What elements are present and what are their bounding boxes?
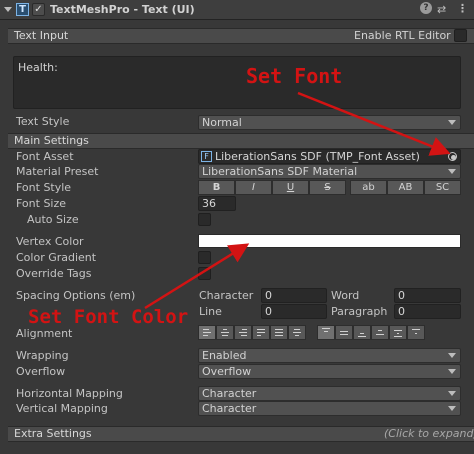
enable-rtl-editor-checkbox[interactable] — [454, 29, 467, 42]
chevron-down-icon — [448, 120, 456, 125]
wrapping-dropdown[interactable]: Enabled — [198, 348, 461, 363]
font-size-value: 36 — [202, 197, 216, 210]
align-flush-icon[interactable] — [270, 325, 288, 340]
auto-size-label: Auto Size — [27, 213, 79, 226]
vertical-mapping-label: Vertical Mapping — [16, 402, 108, 415]
chevron-down-icon — [448, 169, 456, 174]
character-spacing-field[interactable]: 0 — [261, 288, 327, 303]
font-style-label: Font Style — [16, 181, 72, 194]
vertical-mapping-dropdown[interactable]: Character — [198, 401, 461, 416]
spacing-options-label: Spacing Options (em) — [16, 289, 136, 302]
align-baseline-icon[interactable] — [371, 325, 389, 340]
extra-settings-section-header[interactable]: Extra Settings (Click to expand) — [8, 426, 474, 442]
horizontal-mapping-label: Horizontal Mapping — [16, 387, 123, 400]
text-input-section-header[interactable]: Text Input Enable RTL Editor — [8, 28, 474, 44]
font-asset-field[interactable]: F LiberationSans SDF (TMP_Font Asset) — [198, 149, 461, 164]
horizontal-mapping-dropdown[interactable]: Character — [198, 386, 461, 401]
align-capline-icon[interactable] — [407, 325, 425, 340]
set-font-color-annotation: Set Font Color — [28, 306, 189, 328]
wrapping-label: Wrapping — [16, 349, 69, 362]
font-style-smallcaps-button[interactable]: SC — [424, 180, 461, 195]
text-style-dropdown[interactable]: Normal — [198, 115, 461, 130]
font-style-bold-button[interactable]: B — [198, 180, 235, 195]
align-bottom-icon[interactable] — [353, 325, 371, 340]
character-spacing-label: Character — [199, 289, 254, 302]
align-left-icon[interactable] — [198, 325, 216, 340]
foldout-arrow-icon[interactable] — [4, 7, 12, 12]
align-midline-icon[interactable] — [389, 325, 407, 340]
auto-size-checkbox[interactable] — [198, 213, 211, 226]
context-menu-icon[interactable]: ⋮ — [457, 2, 468, 16]
align-center-icon[interactable] — [216, 325, 234, 340]
font-asset-icon: F — [201, 151, 212, 162]
overflow-label: Overflow — [16, 365, 66, 378]
override-tags-checkbox[interactable] — [198, 267, 211, 280]
align-middle-icon[interactable] — [335, 325, 353, 340]
section-title: Main Settings — [14, 134, 89, 147]
font-style-lowercase-button[interactable]: ab — [350, 180, 387, 195]
line-spacing-label: Line — [199, 305, 222, 318]
color-gradient-checkbox[interactable] — [198, 251, 211, 264]
set-font-annotation: Set Font — [246, 64, 343, 88]
font-asset-label: Font Asset — [16, 150, 74, 163]
extra-settings-hint: (Click to expand) — [384, 427, 474, 440]
color-gradient-label: Color Gradient — [16, 251, 97, 264]
vertex-color-label: Vertex Color — [16, 235, 84, 248]
component-enabled-checkbox[interactable]: ✓ — [32, 3, 45, 16]
component-title: TextMeshPro - Text (UI) — [50, 3, 195, 16]
text-style-label: Text Style — [16, 115, 70, 128]
material-preset-dropdown[interactable]: LiberationSans SDF Material — [198, 164, 461, 179]
alignment-label: Alignment — [16, 327, 73, 340]
vertex-color-field[interactable] — [198, 234, 461, 248]
font-style-uppercase-button[interactable]: AB — [387, 180, 424, 195]
presets-icon[interactable]: ⇄ — [437, 3, 446, 17]
object-picker-icon[interactable] — [448, 152, 457, 161]
font-style-strikethrough-button[interactable]: S — [309, 180, 346, 195]
align-right-icon[interactable] — [234, 325, 252, 340]
main-settings-section-header[interactable]: Main Settings — [8, 133, 474, 149]
text-input-area[interactable]: Health: — [13, 56, 461, 109]
word-spacing-field[interactable]: 0 — [394, 288, 461, 303]
font-size-label: Font Size — [16, 197, 67, 210]
chevron-down-icon — [448, 353, 456, 358]
line-spacing-field[interactable]: 0 — [261, 304, 327, 319]
font-size-field[interactable]: 36 — [198, 196, 236, 211]
section-title: Text Input — [14, 29, 69, 42]
align-geometry-center-icon[interactable] — [288, 325, 306, 340]
align-justified-icon[interactable] — [252, 325, 270, 340]
font-asset-value: LiberationSans SDF (TMP_Font Asset) — [215, 150, 420, 163]
paragraph-spacing-label: Paragraph — [331, 305, 388, 318]
section-title: Extra Settings — [14, 427, 92, 440]
word-spacing-label: Word — [331, 289, 360, 302]
material-preset-label: Material Preset — [16, 165, 99, 178]
help-icon[interactable]: ? — [420, 2, 432, 14]
chevron-down-icon — [448, 369, 456, 374]
component-header[interactable]: T ✓ TextMeshPro - Text (UI) ? ⇄ ⋮ — [0, 0, 474, 20]
font-style-italic-button[interactable]: I — [235, 180, 272, 195]
text-component-icon: T — [16, 3, 29, 16]
override-tags-label: Override Tags — [16, 267, 92, 280]
enable-rtl-editor-label: Enable RTL Editor — [354, 29, 451, 42]
paragraph-spacing-field[interactable]: 0 — [394, 304, 461, 319]
text-input-value: Health: — [18, 61, 58, 74]
overflow-dropdown[interactable]: Overflow — [198, 364, 461, 379]
chevron-down-icon — [448, 391, 456, 396]
align-top-icon[interactable] — [317, 325, 335, 340]
chevron-down-icon — [448, 406, 456, 411]
font-style-underline-button[interactable]: U — [272, 180, 309, 195]
